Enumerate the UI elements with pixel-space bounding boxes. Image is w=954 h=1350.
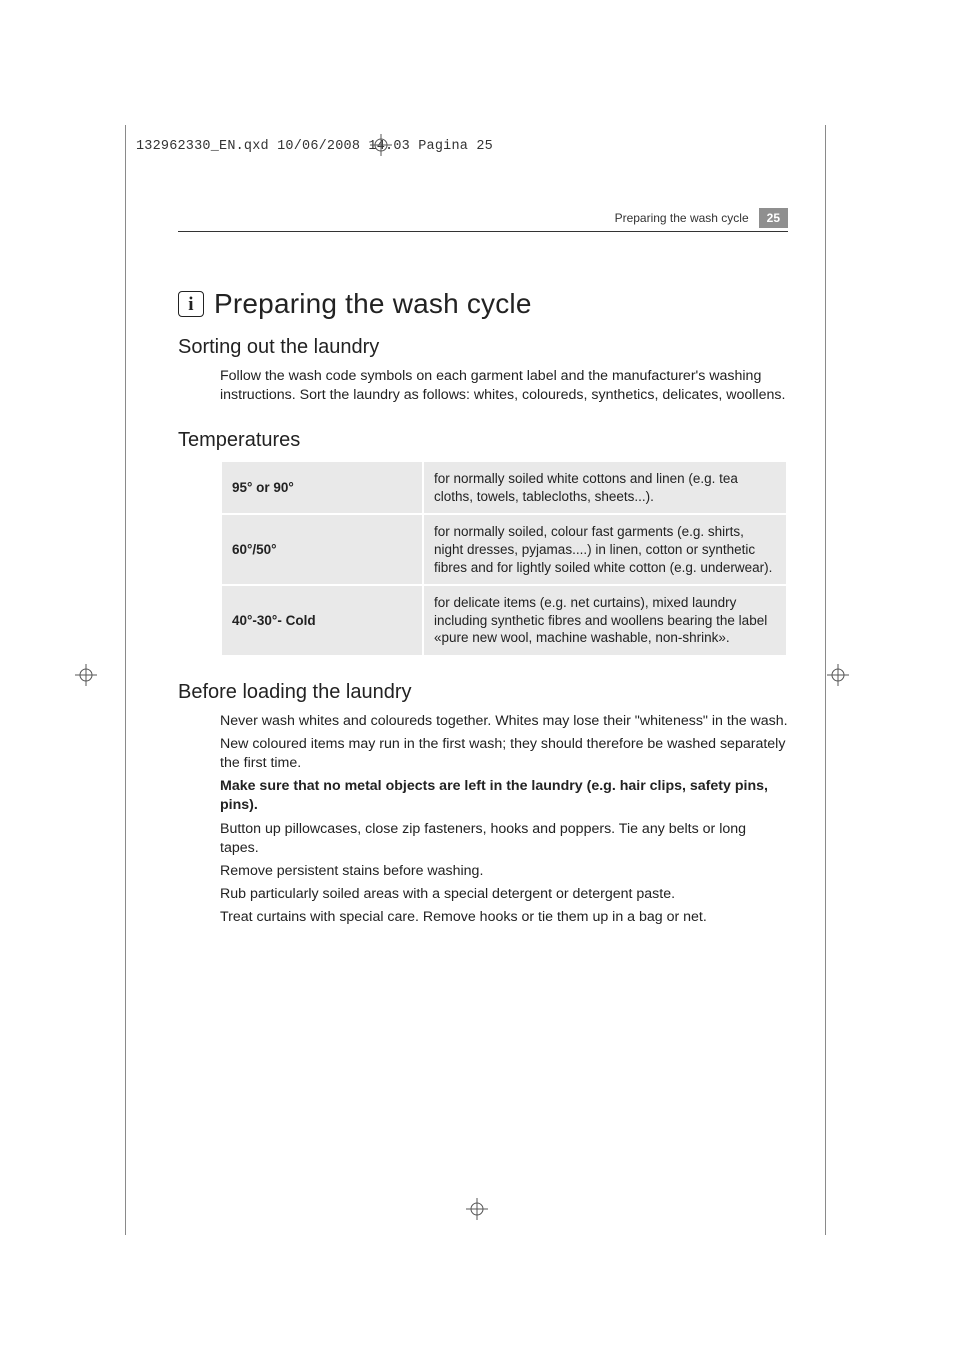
body-text: New coloured items may run in the first … bbox=[220, 735, 788, 773]
section-heading-before-loading: Before loading the laundry bbox=[178, 681, 788, 704]
temp-desc: for normally soiled white cottons and li… bbox=[424, 462, 786, 513]
temp-desc: for delicate items (e.g. net curtains), … bbox=[424, 586, 786, 655]
body-text: Rub particularly soiled areas with a spe… bbox=[220, 885, 788, 904]
body-text: Never wash whites and coloureds together… bbox=[220, 712, 788, 731]
registration-mark-icon bbox=[827, 664, 849, 686]
temp-label: 95° or 90° bbox=[222, 462, 422, 513]
page-title: i Preparing the wash cycle bbox=[178, 288, 788, 320]
page-number: 25 bbox=[759, 208, 788, 228]
registration-mark-icon bbox=[75, 664, 97, 686]
info-icon: i bbox=[178, 291, 204, 317]
temp-desc: for normally soiled, colour fast garment… bbox=[424, 515, 786, 584]
section-heading-temperatures: Temperatures bbox=[178, 429, 788, 452]
registration-mark-icon bbox=[370, 134, 392, 156]
running-head: Preparing the wash cycle 25 bbox=[178, 208, 788, 232]
page-title-text: Preparing the wash cycle bbox=[214, 288, 532, 320]
table-row: 40°-30°- Cold for delicate items (e.g. n… bbox=[222, 586, 786, 655]
body-text: Make sure that no metal objects are left… bbox=[220, 777, 788, 815]
temp-label: 60°/50° bbox=[222, 515, 422, 584]
temperatures-table: 95° or 90° for normally soiled white cot… bbox=[220, 460, 788, 656]
temp-label: 40°-30°- Cold bbox=[222, 586, 422, 655]
print-file-header: 132962330_EN.qxd 10/06/2008 14.03 Pagina… bbox=[136, 139, 493, 154]
running-head-title: Preparing the wash cycle bbox=[615, 211, 749, 225]
table-row: 60°/50° for normally soiled, colour fast… bbox=[222, 515, 786, 584]
body-text: Treat curtains with special care. Remove… bbox=[220, 908, 788, 927]
registration-mark-icon bbox=[466, 1198, 488, 1220]
table-row: 95° or 90° for normally soiled white cot… bbox=[222, 462, 786, 513]
body-text: Button up pillowcases, close zip fastene… bbox=[220, 820, 788, 858]
body-text: Follow the wash code symbols on each gar… bbox=[220, 367, 788, 405]
section-heading-sorting: Sorting out the laundry bbox=[178, 336, 788, 359]
body-text: Remove persistent stains before washing. bbox=[220, 862, 788, 881]
